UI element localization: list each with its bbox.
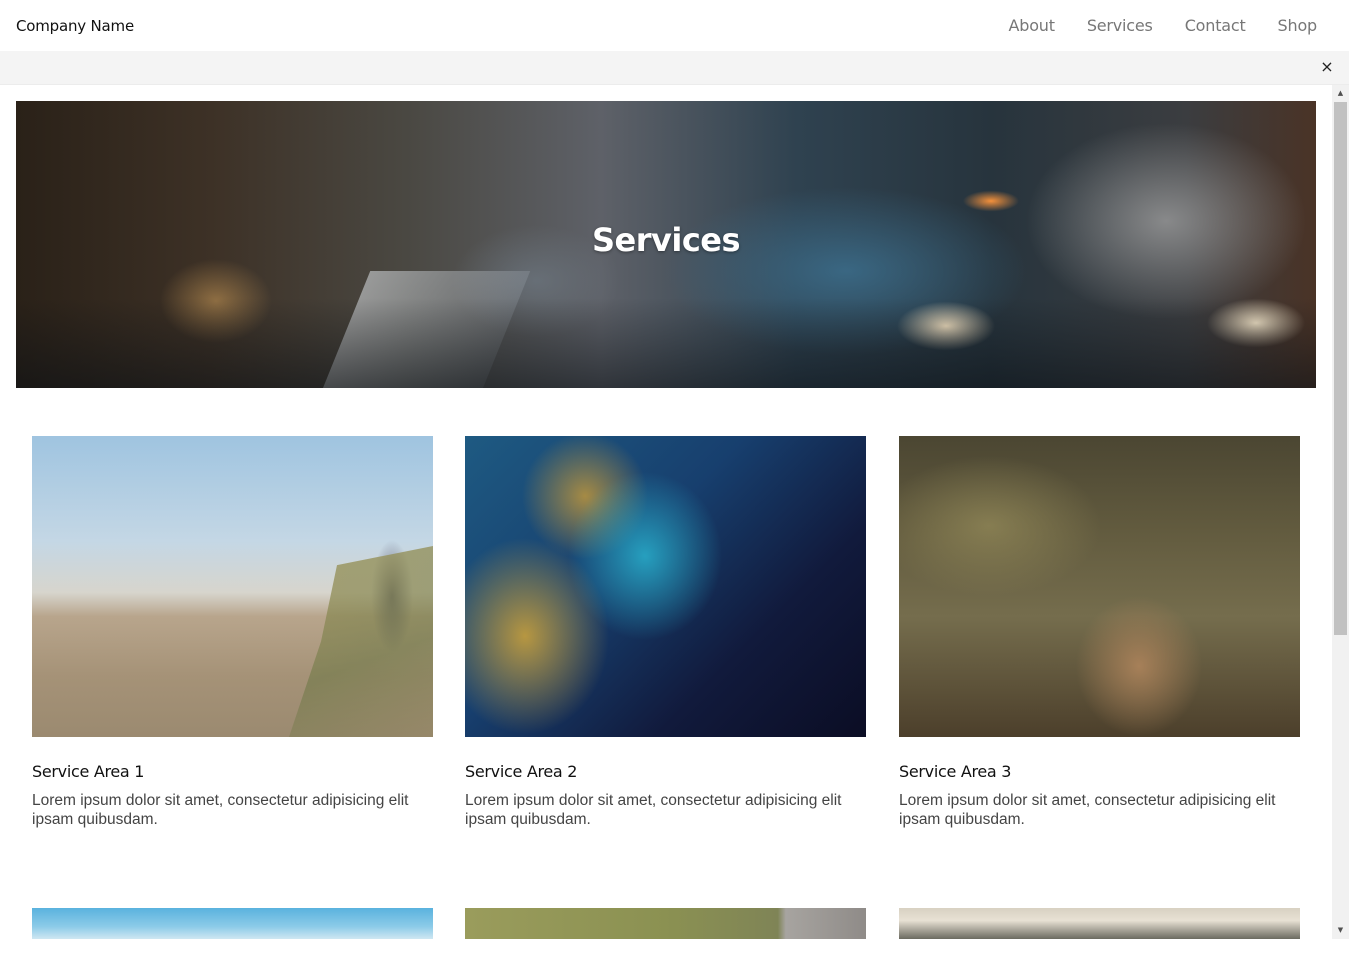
field-photo [465,908,866,939]
service-description: Lorem ipsum dolor sit amet, consectetur … [465,792,842,828]
car-photo [899,908,1300,939]
nav-link-contact[interactable]: Contact [1185,16,1246,35]
service-title: Service Area 2 [465,762,578,781]
service-card [899,908,1300,939]
service-card: Service Area 3 Lorem ipsum dolor sit ame… [899,436,1300,829]
service-title: Service Area 3 [899,762,1012,781]
nav-link-shop[interactable]: Shop [1278,16,1318,35]
vertical-scrollbar[interactable]: ▲ ▼ [1332,85,1349,939]
service-title: Service Area 1 [32,762,145,781]
service-card: Service Area 2 Lorem ipsum dolor sit ame… [465,436,866,829]
preview-bar: × [0,51,1349,85]
page-frame: Services Service Area 1 Lorem ipsum dolo… [0,85,1349,959]
navbar: Company Name About Services Contact Shop [0,0,1349,51]
scroll-up-icon[interactable]: ▲ [1332,85,1349,102]
service-description: Lorem ipsum dolor sit amet, consectetur … [32,792,409,828]
deer-photo [899,436,1300,737]
hero-banner: Services [16,101,1316,388]
scroll-down-icon[interactable]: ▼ [1332,922,1349,939]
brand-name[interactable]: Company Name [16,17,134,35]
service-card [32,908,433,939]
scrollbar-thumb[interactable] [1334,102,1347,635]
nav-link-services[interactable]: Services [1087,16,1153,35]
sky-photo [32,908,433,939]
nav-link-about[interactable]: About [1009,16,1056,35]
service-description: Lorem ipsum dolor sit amet, consectetur … [899,792,1276,828]
nav-links: About Services Contact Shop [977,16,1318,35]
service-card: Service Area 1 Lorem ipsum dolor sit ame… [32,436,433,829]
earth-satellite-photo [465,436,866,737]
hero-title: Services [591,221,741,259]
service-card [465,908,866,939]
close-icon[interactable]: × [1319,58,1335,76]
beach-photo [32,436,433,737]
